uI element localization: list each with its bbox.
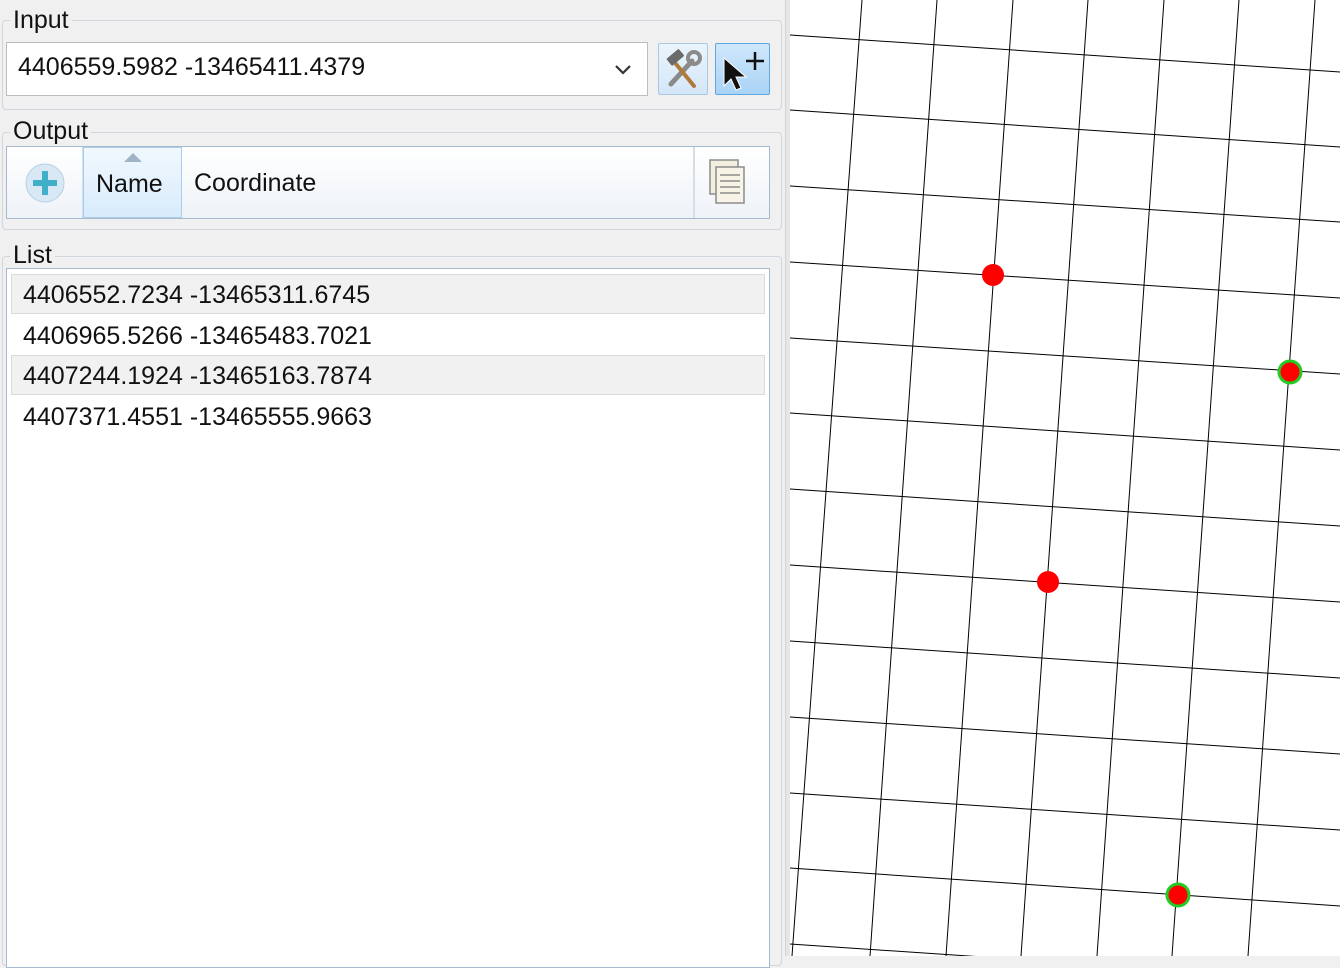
input-group-label: Input <box>10 6 72 34</box>
list-item[interactable]: 4407244.1924 -13465163.7874 <box>11 355 765 395</box>
map-point-selected[interactable] <box>1277 359 1303 385</box>
map-point[interactable] <box>982 264 1004 286</box>
list-group-label: List <box>10 241 55 269</box>
name-column-label: Name <box>96 170 163 198</box>
map-points[interactable] <box>982 264 1303 908</box>
add-point-button[interactable] <box>715 43 770 95</box>
list-item[interactable]: 4407371.4551 -13465555.9663 <box>11 396 765 436</box>
copy-all-icon <box>709 159 745 204</box>
name-column-header[interactable]: Name <box>83 147 182 218</box>
chevron-down-icon[interactable] <box>611 57 635 81</box>
coordinate-input-combo[interactable]: 4406559.5982 -13465411.4379 <box>6 42 648 96</box>
tools-button[interactable] <box>658 43 708 95</box>
plus-circle-icon <box>25 163 65 203</box>
copy-all-button[interactable] <box>694 147 769 218</box>
output-table-header: Name Coordinate <box>6 146 770 219</box>
map-view[interactable] <box>790 0 1340 956</box>
coordinate-column-label: Coordinate <box>194 169 317 197</box>
coordinate-column-header[interactable]: Coordinate <box>182 147 694 218</box>
coordinate-input-value[interactable]: 4406559.5982 -13465411.4379 <box>18 53 365 82</box>
add-output-button[interactable] <box>7 147 83 218</box>
map-point-selected[interactable] <box>1165 882 1191 908</box>
list-item[interactable]: 4406552.7234 -13465311.6745 <box>11 274 765 314</box>
map-point[interactable] <box>1037 571 1059 593</box>
coordinate-list[interactable]: 4406552.7234 -13465311.6745 4406965.5266… <box>6 268 770 968</box>
list-item[interactable]: 4406965.5266 -13465483.7021 <box>11 315 765 355</box>
hammer-wrench-icon <box>666 49 702 88</box>
map-grid <box>790 0 1340 956</box>
coordinate-panel: Input 4406559.5982 -13465411.4379 Output <box>0 0 790 968</box>
cursor-plus-icon <box>723 52 764 91</box>
sort-ascending-icon <box>124 153 142 162</box>
output-group-label: Output <box>10 117 92 145</box>
